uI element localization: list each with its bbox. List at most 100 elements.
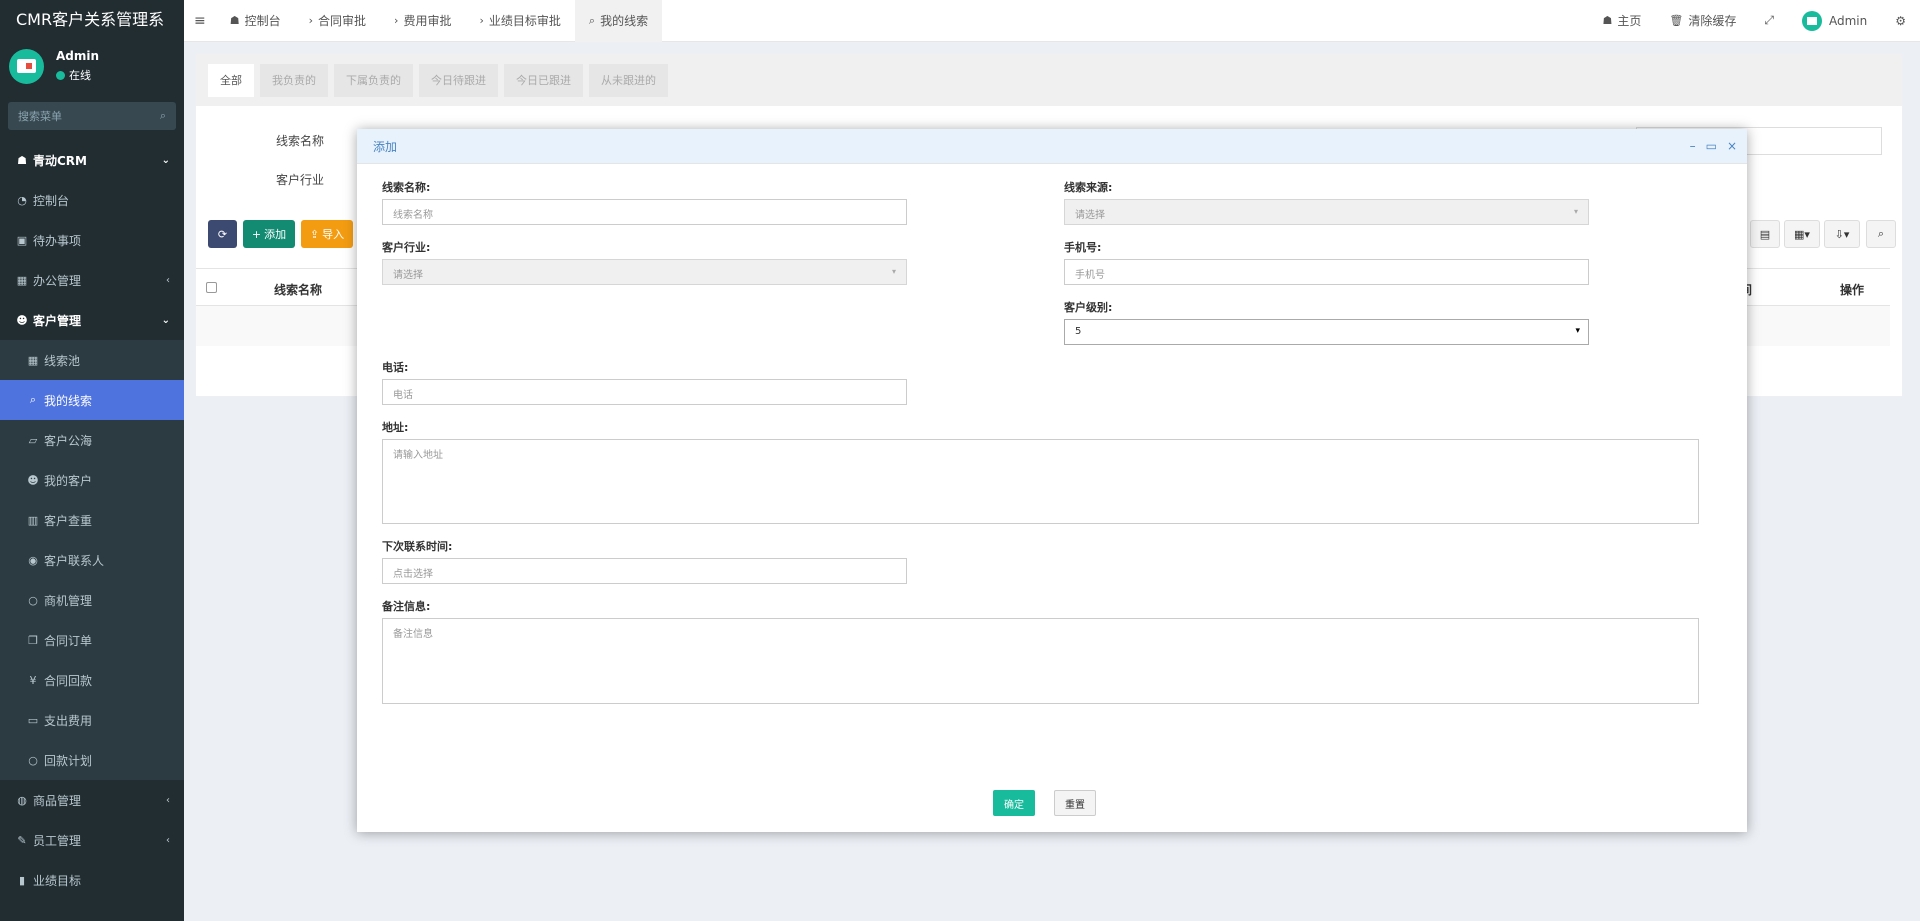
sidebar-item[interactable]: ✎ 员工管理 ‹	[0, 820, 184, 860]
sidebar-item[interactable]: ◉ 客户联系人	[0, 540, 184, 580]
menu-search-input[interactable]: 搜索菜单 ⌕	[8, 102, 176, 130]
source-select[interactable]: 请选择 ▾	[1064, 199, 1589, 225]
sidebar-item-label: 商品管理	[33, 793, 82, 808]
sidebar-item[interactable]: ☻ 我的客户	[0, 460, 184, 500]
caret-down-icon: ▾	[891, 267, 896, 276]
remarks-textarea[interactable]: 备注信息	[382, 618, 1699, 704]
sidebar-item[interactable]: ◍ 商品管理 ‹	[0, 780, 184, 820]
online-dot-icon	[56, 70, 65, 80]
sidebar-item[interactable]: ❐ 合同订单	[0, 620, 184, 660]
chevron-left-icon: ‹	[166, 794, 170, 806]
col-action: 操作	[1840, 283, 1865, 297]
label-source: 线索来源:	[1064, 181, 1113, 194]
sidebar-item[interactable]: ◔ 控制台	[0, 180, 184, 220]
user-panel: Admin 在线	[0, 40, 184, 92]
nav-tab[interactable]: › 业绩目标审批	[465, 0, 574, 42]
fullscreen-button[interactable]: ⤢	[1750, 0, 1788, 42]
sidebar-item-label: 合同回款	[44, 673, 93, 688]
sidebar-item-label: 客户联系人	[44, 553, 105, 568]
shopping-icon: ◍	[17, 793, 27, 807]
sidebar-item[interactable]: ▭ 支出费用	[0, 700, 184, 740]
next-contact-input[interactable]: 点击选择	[382, 558, 907, 584]
chevron-down-icon: ⌄	[161, 314, 170, 326]
home-icon: ☗	[17, 153, 27, 167]
menu-toggle-button[interactable]: ≡	[184, 0, 216, 42]
import-button[interactable]: ⇪ 导入	[301, 220, 353, 248]
maximize-icon[interactable]: ▭	[1706, 139, 1717, 153]
sidebar-item-label: 我的线索	[44, 393, 93, 408]
sidebar-item[interactable]: ⌕ 我的线索	[0, 380, 184, 420]
phone-input[interactable]: 电话	[382, 379, 907, 405]
clear-cache-button[interactable]: 🗑 清除缓存	[1655, 0, 1750, 42]
filter-tab[interactable]: 今日待跟进	[419, 64, 498, 97]
columns-button[interactable]: ▦▾	[1784, 220, 1820, 248]
sidebar-item-label: 待办事项	[33, 233, 82, 248]
filter-tab[interactable]: 从未跟进的	[589, 64, 668, 97]
sidebar-item[interactable]: ○ 商机管理	[0, 580, 184, 620]
sidebar-item-label: 客户公海	[44, 433, 93, 448]
sidebar-item-label: 线索池	[44, 353, 81, 368]
filter-label-clue-name: 线索名称	[276, 134, 325, 148]
level-select[interactable]: 5 ▾	[1064, 319, 1589, 345]
label-mobile: 手机号:	[1064, 241, 1102, 254]
columns-icon: ▦▾	[1794, 227, 1810, 241]
money-icon: ▭	[27, 713, 39, 727]
home-link[interactable]: ☗ 主页	[1589, 0, 1656, 42]
export-menu-button[interactable]: ⇩▾	[1824, 220, 1860, 248]
sidebar-item[interactable]: ¥ 合同回款	[0, 660, 184, 700]
nav-tab[interactable]: ⌕ 我的线索	[574, 0, 663, 42]
caret-down-icon: ▾	[1575, 326, 1580, 336]
calendar-icon: ▣	[16, 233, 28, 247]
reset-button[interactable]: 重置	[1054, 790, 1096, 816]
filter-tab[interactable]: 下属负责的	[334, 64, 413, 97]
chevron-right-icon: ›	[308, 14, 314, 27]
settings-button[interactable]: ⚙	[1881, 0, 1920, 42]
user-circle-icon: ◉	[28, 553, 38, 567]
filter-tabs: 全部 我负责的 下属负责的 今日待跟进 今日已跟进 从未跟进的	[196, 54, 1902, 106]
sidebar-item-label: 支出费用	[44, 713, 93, 728]
caret-down-icon: ▾	[1573, 207, 1578, 216]
sidebar-item[interactable]: ▮ 业绩目标	[0, 860, 184, 900]
search-button[interactable]: ⌕	[1866, 220, 1896, 248]
search-icon: ⌕	[588, 13, 596, 27]
close-icon[interactable]: ×	[1727, 139, 1737, 153]
sidebar: CMR客户关系管理系 Admin 在线 搜索菜单 ⌕ ☗ 青动CRM ⌄ ◔ 控制台 ▣ 待…	[0, 0, 184, 921]
user-menu[interactable]: Admin	[1788, 0, 1881, 42]
sidebar-item[interactable]: ☗ 青动CRM ⌄	[0, 140, 184, 180]
sidebar-item-label: 客户查重	[44, 513, 93, 528]
sidebar-item[interactable]: ▱ 客户公海	[0, 420, 184, 460]
nav-tab[interactable]: ☗ 控制台	[216, 0, 295, 42]
windows-icon: ▦	[16, 273, 28, 287]
nav-tab[interactable]: › 合同审批	[295, 0, 380, 42]
select-all-checkbox[interactable]	[206, 282, 217, 293]
chevron-left-icon: ‹	[166, 834, 170, 846]
top-navbar: ≡ ☗ 控制台 › 合同审批 › 费用审批 › 业绩目标审批 ⌕ 我的线索 ☗ 主页 🗑 清除缓存 ⤢…	[184, 0, 1920, 42]
address-textarea[interactable]: 请输入地址	[382, 439, 1699, 524]
export-button[interactable]: ▤	[1750, 220, 1780, 248]
search-icon: ⌕	[1877, 227, 1885, 240]
chevron-right-icon: ›	[394, 14, 399, 27]
industry-select[interactable]: 请选择 ▾	[382, 259, 907, 285]
filter-tab[interactable]: 我负责的	[260, 64, 328, 97]
filter-label-industry: 客户行业	[276, 173, 325, 187]
sidebar-item-label: 我的客户	[44, 473, 93, 488]
sidebar-item[interactable]: ▦ 线索池	[0, 340, 184, 380]
sidebar-item[interactable]: ▥ 客户查重	[0, 500, 184, 540]
mobile-input[interactable]: 手机号	[1064, 259, 1589, 285]
sidebar-item[interactable]: ▦ 办公管理 ‹	[0, 260, 184, 300]
sidebar-item[interactable]: ☻ 客户管理 ⌄	[0, 300, 184, 340]
search-plus-icon: ⌕	[29, 393, 37, 406]
filter-tab[interactable]: 全部	[208, 64, 254, 97]
refresh-button[interactable]: ⟳	[208, 220, 237, 248]
minimize-icon[interactable]: –	[1690, 139, 1696, 153]
filter-tab[interactable]: 今日已跟进	[504, 64, 583, 97]
sidebar-item-label: 青动CRM	[33, 153, 87, 168]
sidebar-item[interactable]: ○ 回款计划	[0, 740, 184, 780]
nav-tab[interactable]: › 费用审批	[380, 0, 465, 42]
clue-name-input[interactable]: 线索名称	[382, 199, 907, 225]
sidebar-menu: ☗ 青动CRM ⌄ ◔ 控制台 ▣ 待办事项 ▦ 办公管理 ‹ ☻ 客户管理 ⌄ ▦ 线索池 ⌕ 我的线索 ▱ 客户…	[0, 140, 184, 900]
dashboard-icon: ☗	[229, 14, 240, 27]
confirm-button[interactable]: 确定	[993, 790, 1035, 816]
sidebar-item[interactable]: ▣ 待办事项	[0, 220, 184, 260]
add-button[interactable]: + 添加	[243, 220, 295, 248]
